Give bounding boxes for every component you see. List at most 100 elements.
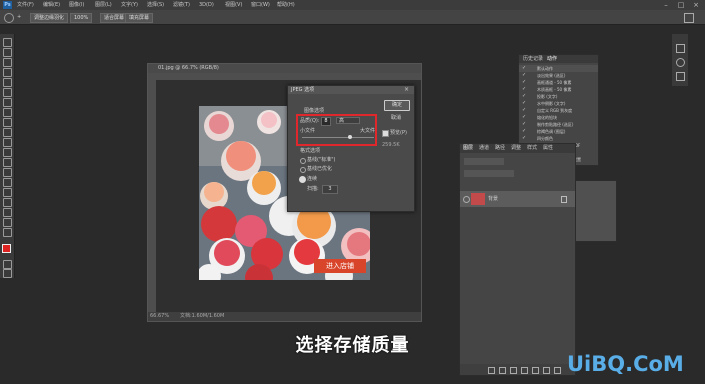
menu-item-3[interactable]: 图层(L) bbox=[95, 0, 112, 10]
menu-item-10[interactable]: 帮助(H) bbox=[277, 0, 295, 10]
radio-optimized[interactable] bbox=[300, 167, 306, 173]
check-icon[interactable]: ✓ bbox=[522, 72, 526, 79]
maximize-icon[interactable]: □ bbox=[675, 0, 687, 10]
layers-tab-2[interactable]: 路径 bbox=[495, 144, 505, 152]
check-icon[interactable]: ✓ bbox=[522, 121, 526, 128]
zoom-tool-icon[interactable] bbox=[3, 228, 12, 237]
lasso-tool-icon[interactable] bbox=[3, 58, 12, 67]
blend-mode-select[interactable] bbox=[464, 170, 514, 177]
check-icon[interactable]: ✓ bbox=[522, 135, 526, 142]
foreground-color-swatch[interactable] bbox=[2, 244, 11, 253]
workspace-icon[interactable] bbox=[684, 13, 694, 23]
shape-tool-icon[interactable] bbox=[3, 208, 12, 217]
move-tool-icon[interactable] bbox=[3, 38, 12, 47]
layers-tab-5[interactable]: 属性 bbox=[543, 144, 553, 152]
adjustments-panel-icon[interactable] bbox=[676, 72, 685, 81]
quick-mask-icon[interactable] bbox=[3, 260, 12, 269]
action-item[interactable]: ✓ 画框通道 - 50 像素 bbox=[519, 79, 598, 86]
path-select-tool-icon[interactable] bbox=[3, 198, 12, 207]
dialog-close-icon[interactable]: × bbox=[404, 87, 411, 93]
check-icon[interactable]: ✓ bbox=[522, 114, 526, 121]
group-icon[interactable] bbox=[532, 367, 539, 374]
menu-item-1[interactable]: 编辑(E) bbox=[43, 0, 60, 10]
trash-icon[interactable] bbox=[554, 367, 561, 374]
menu-item-9[interactable]: 窗口(W) bbox=[251, 0, 270, 10]
action-item[interactable]: ✓ 自定义 RGB 到灰度 bbox=[519, 107, 598, 114]
menu-item-7[interactable]: 3D(D) bbox=[199, 0, 214, 10]
clone-stamp-tool-icon[interactable] bbox=[3, 118, 12, 127]
radio-progressive[interactable] bbox=[299, 176, 306, 183]
fx-icon[interactable] bbox=[499, 367, 506, 374]
zoom-level[interactable]: 66.67% bbox=[150, 312, 169, 321]
layer-filter[interactable] bbox=[464, 158, 504, 165]
scan-select[interactable]: 3 bbox=[322, 185, 338, 194]
check-icon[interactable]: ✓ bbox=[522, 65, 526, 72]
eye-icon[interactable] bbox=[463, 196, 470, 203]
fill-screen-button[interactable]: 填充屏幕 bbox=[125, 13, 154, 23]
quick-select-tool-icon[interactable] bbox=[3, 68, 12, 77]
crop-tool-icon[interactable] bbox=[3, 78, 12, 87]
tab-history[interactable]: 历史记录 bbox=[523, 55, 543, 63]
action-item[interactable]: ✓ 淡出效果 (选区) bbox=[519, 72, 598, 79]
layers-tab-3[interactable]: 调整 bbox=[511, 144, 521, 152]
layer-row-background[interactable]: 背景 bbox=[460, 191, 575, 207]
menu-item-4[interactable]: 文字(Y) bbox=[121, 0, 138, 10]
close-icon[interactable]: × bbox=[690, 0, 702, 10]
type-tool-icon[interactable] bbox=[3, 188, 12, 197]
marquee-tool-icon[interactable] bbox=[3, 48, 12, 57]
option-button-1[interactable]: 调整边缘羽化 bbox=[30, 13, 69, 23]
action-item[interactable]: ✓ 水中倒影 (文字) bbox=[519, 100, 598, 107]
check-icon[interactable]: ✓ bbox=[522, 93, 526, 100]
minimize-icon[interactable]: – bbox=[660, 0, 672, 10]
cancel-button[interactable]: 取消 bbox=[384, 114, 408, 123]
action-item[interactable]: ✓ 棕褐色调 (图层) bbox=[519, 128, 598, 135]
check-icon[interactable]: ✓ bbox=[522, 128, 526, 135]
adjustment-icon[interactable] bbox=[521, 367, 528, 374]
highlight-box bbox=[296, 114, 377, 146]
action-item[interactable]: ✓ 默认动作 bbox=[519, 65, 598, 72]
zoom-in-icon[interactable]: + bbox=[17, 14, 23, 20]
healing-tool-icon[interactable] bbox=[3, 98, 12, 107]
document-tab[interactable]: 01.jpg @ 66.7% (RGB/8) bbox=[148, 64, 421, 73]
eraser-tool-icon[interactable] bbox=[3, 138, 12, 147]
screen-mode-icon[interactable] bbox=[3, 269, 12, 278]
eyedropper-tool-icon[interactable] bbox=[3, 88, 12, 97]
brush-tool-icon[interactable] bbox=[3, 108, 12, 117]
radio-baseline[interactable] bbox=[300, 158, 306, 164]
tab-actions[interactable]: 动作 bbox=[547, 55, 557, 63]
menu-item-0[interactable]: 文件(F) bbox=[17, 0, 34, 10]
action-item[interactable]: ✓ 投影 (文字) bbox=[519, 93, 598, 100]
layers-tab-4[interactable]: 样式 bbox=[527, 144, 537, 152]
zoom-tool-icon[interactable] bbox=[4, 13, 14, 23]
menu-item-8[interactable]: 视图(V) bbox=[225, 0, 242, 10]
menu-item-6[interactable]: 滤镜(T) bbox=[173, 0, 190, 10]
gradient-tool-icon[interactable] bbox=[3, 148, 12, 157]
menu-item-2[interactable]: 图像(I) bbox=[69, 0, 84, 10]
color-panel-icon[interactable] bbox=[676, 44, 685, 53]
layers-tab-1[interactable]: 通道 bbox=[479, 144, 489, 152]
history-brush-tool-icon[interactable] bbox=[3, 128, 12, 137]
fit-screen-button[interactable]: 适合屏幕 bbox=[100, 13, 129, 23]
check-icon[interactable]: ✓ bbox=[522, 100, 526, 107]
new-layer-icon[interactable] bbox=[543, 367, 550, 374]
action-item[interactable]: ✓ 木质画框 - 50 像素 bbox=[519, 86, 598, 93]
check-icon[interactable]: ✓ bbox=[522, 79, 526, 86]
action-item[interactable]: ✓ 熔化的铅块 bbox=[519, 114, 598, 121]
hand-tool-icon[interactable] bbox=[3, 218, 12, 227]
action-item[interactable]: ✓ 四分颜色 bbox=[519, 135, 598, 142]
link-icon[interactable] bbox=[488, 367, 495, 374]
preview-checkbox[interactable] bbox=[382, 130, 389, 137]
menu-item-5[interactable]: 选择(S) bbox=[147, 0, 164, 10]
dodge-tool-icon[interactable] bbox=[3, 168, 12, 177]
ok-button[interactable]: 确定 bbox=[384, 100, 410, 111]
action-item[interactable]: ✓ 制作剪贴路径 (选区) bbox=[519, 121, 598, 128]
blur-tool-icon[interactable] bbox=[3, 158, 12, 167]
mask-icon[interactable] bbox=[510, 367, 517, 374]
pen-tool-icon[interactable] bbox=[3, 178, 12, 187]
shop-button[interactable]: 进入店铺 bbox=[314, 259, 366, 273]
check-icon[interactable]: ✓ bbox=[522, 86, 526, 93]
layers-tab-0[interactable]: 图层 bbox=[463, 144, 473, 152]
check-icon[interactable]: ✓ bbox=[522, 107, 526, 114]
zoom-percent-field[interactable]: 100% bbox=[70, 13, 93, 23]
swatches-panel-icon[interactable] bbox=[676, 58, 685, 67]
